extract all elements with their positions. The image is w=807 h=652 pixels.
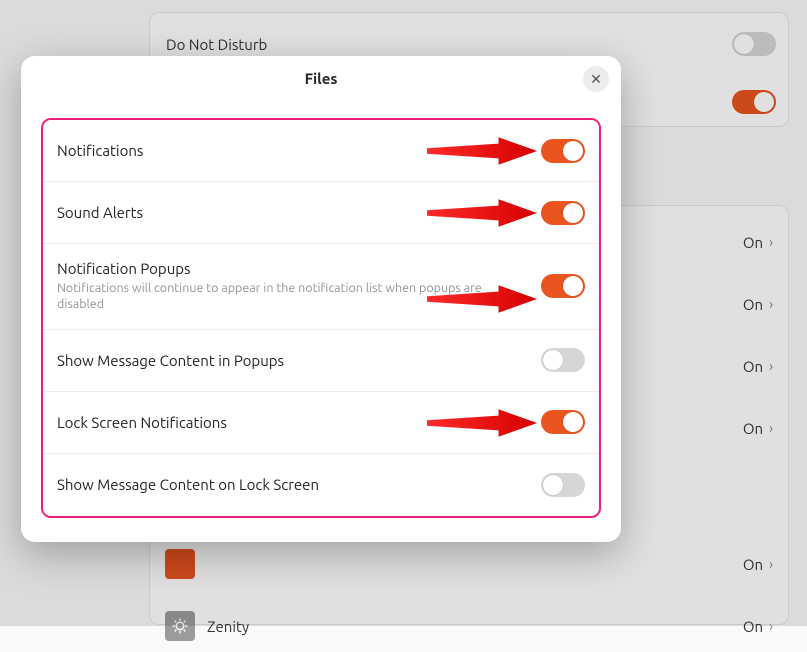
setting-toggle[interactable] <box>541 139 585 163</box>
setting-row: Notifications <box>43 120 599 182</box>
dialog-body: Notifications Sound Alerts Notification … <box>21 100 621 542</box>
files-notifications-dialog: Files ✕ Notifications Sound Alerts Notif… <box>21 56 621 542</box>
setting-toggle[interactable] <box>541 201 585 225</box>
setting-label: Show Message Content on Lock Screen <box>57 476 529 493</box>
setting-text: Sound Alerts <box>57 204 541 221</box>
close-button[interactable]: ✕ <box>583 66 609 92</box>
settings-list-highlighted: Notifications Sound Alerts Notification … <box>41 118 601 518</box>
setting-row: Lock Screen Notifications <box>43 392 599 454</box>
setting-label: Notifications <box>57 142 529 159</box>
setting-toggle[interactable] <box>541 410 585 434</box>
setting-row: Notification Popups Notifications will co… <box>43 244 599 330</box>
setting-label: Notification Popups <box>57 260 529 277</box>
setting-toggle[interactable] <box>541 348 585 372</box>
setting-text: Show Message Content on Lock Screen <box>57 476 541 493</box>
close-icon: ✕ <box>590 71 602 88</box>
setting-row: Show Message Content on Lock Screen <box>43 454 599 516</box>
setting-label: Sound Alerts <box>57 204 529 221</box>
dialog-header: Files ✕ <box>21 56 621 100</box>
setting-toggle[interactable] <box>541 473 585 497</box>
setting-text: Show Message Content in Popups <box>57 352 541 369</box>
setting-label: Lock Screen Notifications <box>57 414 529 431</box>
setting-text: Notification Popups Notifications will co… <box>57 260 541 313</box>
setting-row: Sound Alerts <box>43 182 599 244</box>
dialog-title: Files <box>305 70 338 87</box>
setting-row: Show Message Content in Popups <box>43 330 599 392</box>
setting-text: Lock Screen Notifications <box>57 414 541 431</box>
setting-text: Notifications <box>57 142 541 159</box>
setting-label: Show Message Content in Popups <box>57 352 529 369</box>
setting-toggle[interactable] <box>541 274 585 298</box>
setting-description: Notifications will continue to appear in… <box>57 280 487 313</box>
